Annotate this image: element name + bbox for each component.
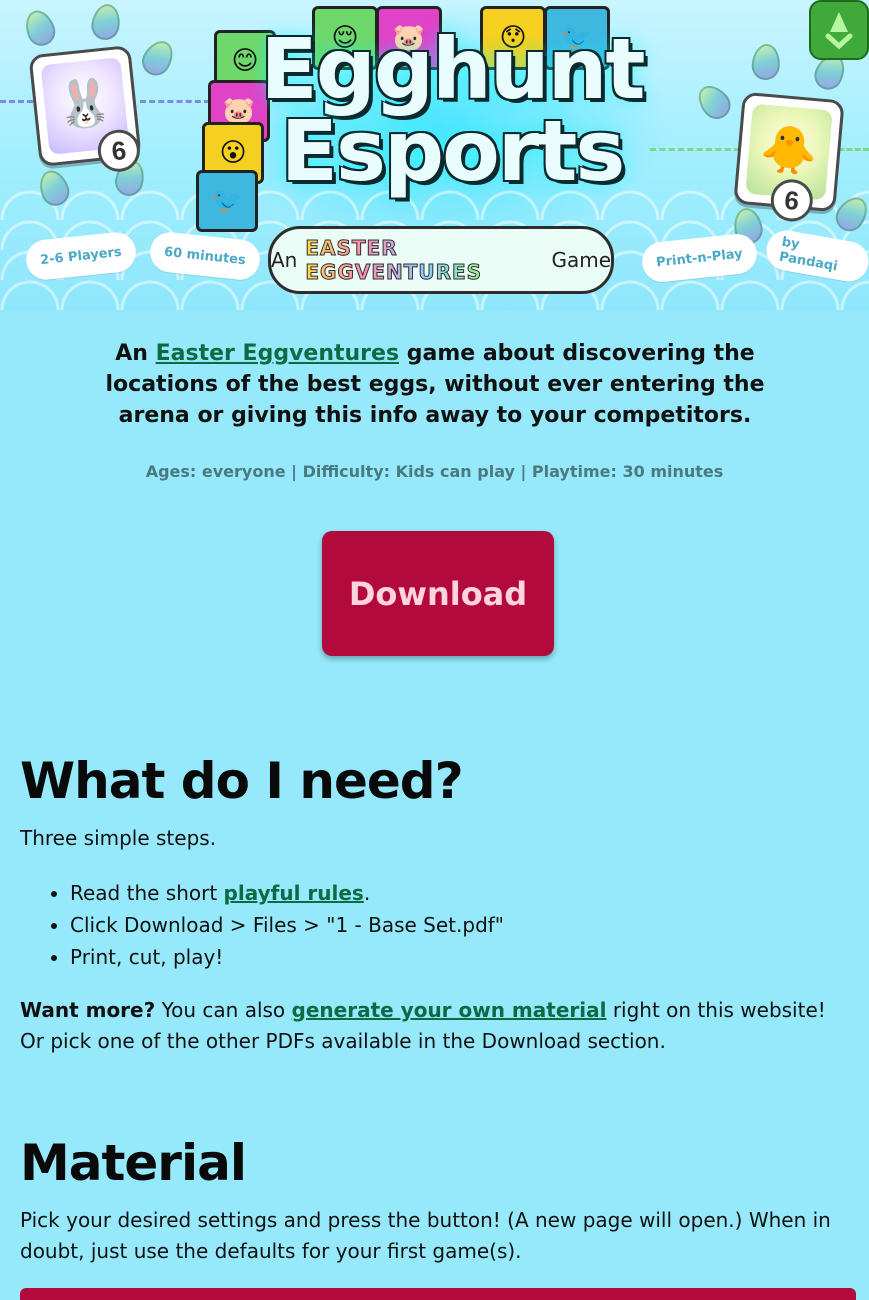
arrow-down-icon: [825, 12, 853, 50]
step1-suffix: .: [363, 881, 371, 905]
step1-text: Read the short: [70, 881, 218, 905]
scroll-down-button[interactable]: [809, 0, 869, 60]
logo-title-line2: Esports: [280, 102, 626, 200]
list-item: Read the short playful rules.: [70, 877, 504, 909]
subtitle-suffix: Game: [551, 248, 611, 272]
egg-icon: [89, 1, 123, 43]
list-item: Click Download > Files > "1 - Base Set.p…: [70, 909, 504, 941]
bunny-icon: 🐰: [53, 73, 117, 134]
logo-subtitle: An EASTER EGGVENTURES Game: [268, 226, 614, 294]
material-heading: Material: [20, 1134, 247, 1192]
steps-list: Read the short playful rules. Click Down…: [20, 877, 504, 973]
egg-icon: [136, 35, 180, 81]
playful-rules-link[interactable]: playful rules: [224, 881, 364, 905]
list-item: Print, cut, play!: [70, 941, 504, 973]
want-more-label: Want more?: [20, 998, 156, 1022]
what-do-i-need-heading: What do I need?: [20, 752, 464, 810]
dashed-line-left-2: [140, 100, 210, 103]
want-more-prefix: You can also: [161, 998, 286, 1022]
intro-paragraph: An Easter Eggventures game about discove…: [90, 338, 780, 431]
bunny-card: 🐰 6: [28, 44, 142, 174]
egg-icon: [20, 6, 60, 50]
material-settings-panel: [20, 1288, 856, 1300]
chick-icon: 🐥: [758, 119, 821, 179]
download-button[interactable]: Download: [322, 531, 554, 656]
material-description: Pick your desired settings and press the…: [20, 1208, 831, 1263]
generate-material-link[interactable]: generate your own material: [292, 998, 607, 1022]
subtitle-prefix: An: [271, 248, 298, 272]
game-meta-info: Ages: everyone | Difficulty: Kids can pl…: [145, 462, 724, 481]
game-logo-title: Egghunt Esports: [232, 20, 672, 200]
easter-eggventures-link[interactable]: Easter Eggventures: [156, 341, 399, 366]
logo-title-line1: Egghunt: [260, 20, 645, 118]
header-banner: 🐰 6 🐥 6 😊 🐷 😮 🐦 😌 🐷 😯 🐦 Egghunt Esports …: [0, 0, 869, 310]
intro-prefix: An: [115, 341, 148, 366]
egg-icon: [691, 79, 737, 125]
chick-card: 🐥 6: [733, 91, 845, 224]
want-more-paragraph: Want more? You can also generate your ow…: [20, 995, 850, 1057]
need-lead: Three simple steps.: [20, 826, 217, 850]
egg-icon: [750, 42, 782, 82]
subtitle-brand: EASTER EGGVENTURES: [305, 236, 543, 285]
